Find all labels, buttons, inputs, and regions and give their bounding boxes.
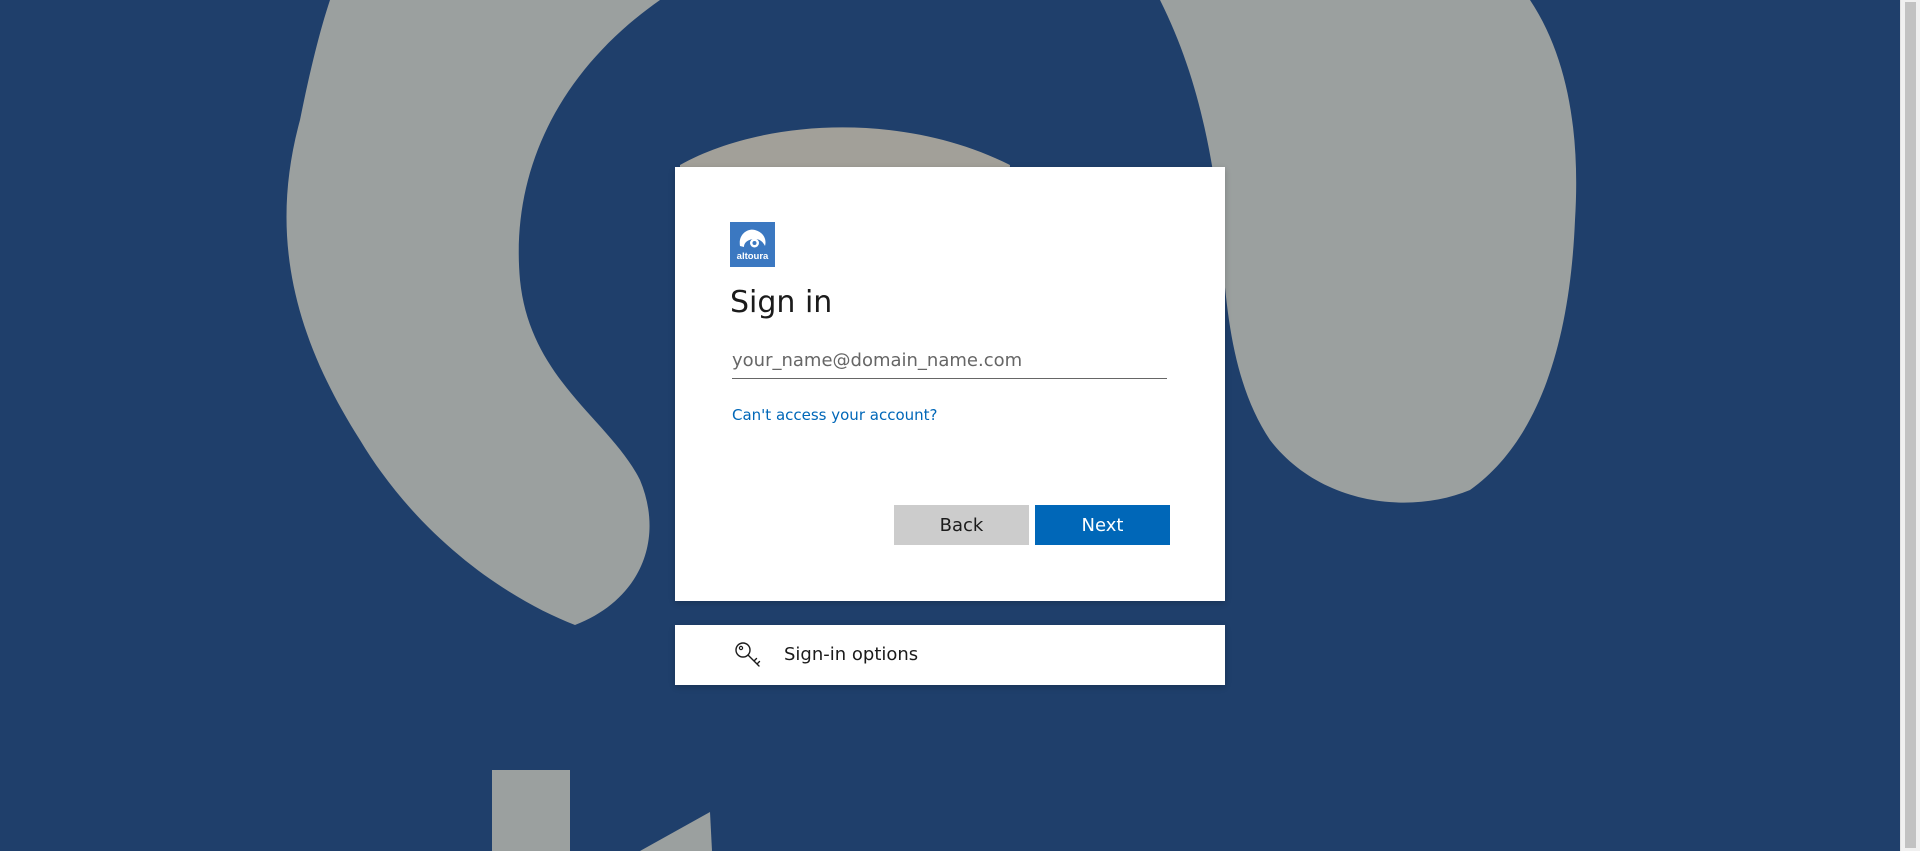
email-field[interactable] — [732, 343, 1167, 379]
back-button[interactable]: Back — [894, 505, 1029, 545]
sign-in-options-label: Sign-in options — [784, 644, 919, 665]
vertical-scrollbar[interactable] — [1900, 0, 1920, 851]
key-icon — [735, 642, 761, 667]
page-background: altoura Sign in Can't access your accoun… — [0, 0, 1920, 851]
altoura-logo: altoura — [730, 222, 775, 267]
scrollbar-thumb[interactable] — [1905, 2, 1916, 848]
cant-access-account-link[interactable]: Can't access your account? — [732, 405, 937, 425]
next-button[interactable]: Next — [1035, 505, 1170, 545]
page-title: Sign in — [730, 285, 833, 320]
sign-in-card: altoura Sign in Can't access your accoun… — [675, 167, 1225, 601]
sign-in-options-button[interactable]: Sign-in options — [675, 625, 1225, 685]
logo-wordmark: altoura — [736, 251, 769, 262]
